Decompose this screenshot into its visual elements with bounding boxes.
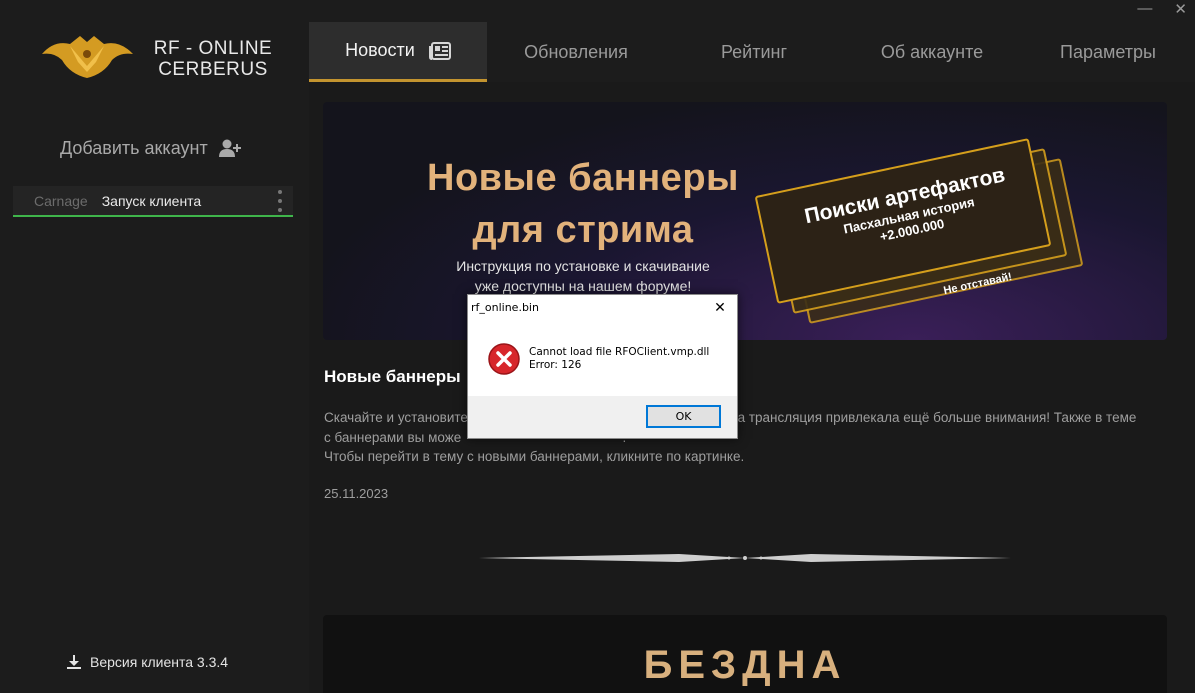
main-nav: Новости Обновления Рейтинг Об аккаунте П… bbox=[309, 22, 1195, 82]
tab-settings-label: Параметры bbox=[1060, 41, 1156, 62]
logo-line-1: RF - ONLINE bbox=[153, 38, 273, 59]
logo-line-2: CERBERUS bbox=[158, 59, 268, 80]
account-row[interactable]: Carnage Запуск клиента bbox=[13, 186, 293, 217]
banner-subtitle: Инструкция по установке и скачивание уже… bbox=[423, 256, 743, 296]
app-logo: RF - ONLINE CERBERUS bbox=[40, 28, 280, 88]
error-icon bbox=[488, 343, 520, 375]
dialog-message-line-1: Cannot load file RFOClient.vmp.dll bbox=[529, 346, 710, 358]
newspaper-icon bbox=[428, 41, 451, 60]
banner-title-line-1: Новые баннеры bbox=[427, 157, 739, 199]
add-account-button[interactable]: Добавить аккаунт bbox=[60, 136, 242, 160]
news-feed: Новые баннеры для стрима Инструкция по у… bbox=[309, 82, 1195, 693]
ornament-divider bbox=[479, 554, 1011, 562]
account-name: Carnage bbox=[34, 192, 88, 209]
minimize-button[interactable]: — bbox=[1137, 0, 1152, 18]
add-account-label: Добавить аккаунт bbox=[60, 137, 208, 158]
add-user-icon bbox=[218, 139, 241, 157]
tab-rating-label: Рейтинг bbox=[720, 41, 788, 62]
dialog-close-button[interactable]: ✕ bbox=[711, 299, 729, 317]
tab-news[interactable]: Новости bbox=[309, 22, 487, 82]
tab-rating[interactable]: Рейтинг bbox=[665, 22, 843, 82]
window-controls: — ✕ bbox=[1137, 0, 1187, 18]
dialog-message-line-2: Error: 126 bbox=[529, 359, 582, 371]
kebab-menu-icon[interactable] bbox=[277, 190, 283, 212]
banner-title: Новые баннеры для стрима bbox=[423, 152, 743, 256]
banner-2-title: БЕЗДНА bbox=[643, 643, 847, 687]
account-status: Запуск клиента bbox=[101, 192, 202, 209]
tab-updates-label: Обновления bbox=[524, 41, 628, 62]
client-version[interactable]: Версия клиента 3.3.4 bbox=[66, 654, 228, 670]
error-dialog: rf_online.bin ✕ Cannot load file RFOClie… bbox=[467, 294, 738, 439]
version-label: Версия клиента 3.3.4 bbox=[90, 654, 229, 670]
sidebar: RF - ONLINE CERBERUS Добавить аккаунт Ca… bbox=[0, 0, 309, 693]
news-title: Новые баннеры bbox=[324, 367, 461, 386]
tab-updates[interactable]: Обновления bbox=[487, 22, 665, 82]
news-date: 25.11.2023 bbox=[324, 486, 389, 501]
news-body: Скачайте и установите аша трансляция при… bbox=[324, 408, 1174, 467]
banner-title-line-2: для стрима bbox=[472, 209, 694, 251]
news-banner[interactable]: Новые баннеры для стрима Инструкция по у… bbox=[323, 102, 1167, 340]
tab-account[interactable]: Об аккаунте bbox=[843, 22, 1021, 82]
tab-account-label: Об аккаунте bbox=[880, 41, 984, 62]
dialog-title: rf_online.bin bbox=[471, 301, 539, 314]
news-body-line-2: с баннерами вы може . bbox=[324, 429, 626, 445]
close-button[interactable]: ✕ bbox=[1174, 0, 1187, 18]
banner-subtitle-line-1: Инструкция по установке и скачивание bbox=[456, 258, 710, 274]
news-banner-2[interactable]: БЕЗДНА bbox=[323, 615, 1167, 693]
cerberus-emblem-icon bbox=[42, 36, 133, 78]
download-icon bbox=[67, 655, 81, 669]
app-title: RF - ONLINE CERBERUS bbox=[153, 38, 273, 80]
tab-settings[interactable]: Параметры bbox=[1021, 22, 1195, 82]
ok-button[interactable]: OK bbox=[646, 405, 721, 428]
dialog-footer: OK bbox=[468, 396, 737, 438]
banner-subtitle-line-2: уже доступны на нашем форуме! bbox=[474, 278, 692, 294]
tab-news-label: Новости bbox=[345, 40, 415, 60]
scrollbar[interactable] bbox=[1187, 82, 1195, 693]
news-body-line-3: Чтобы перейти в тему с новыми баннерами,… bbox=[324, 449, 745, 464]
dialog-message: Cannot load file RFOClient.vmp.dll Error… bbox=[529, 346, 709, 372]
news-body-line-1: Скачайте и установите аша трансляция при… bbox=[324, 410, 1137, 425]
